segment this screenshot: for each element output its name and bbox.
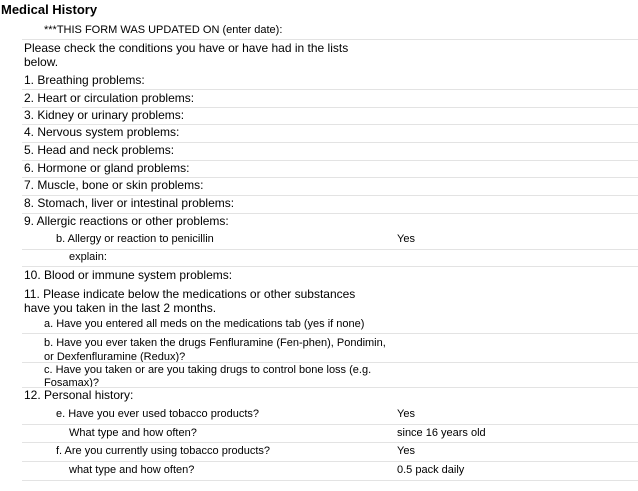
- blood-row[interactable]: 10. Blood or immune system problems:: [22, 267, 638, 285]
- condition-row-8[interactable]: 8. Stomach, liver or intestinal problems…: [22, 196, 638, 214]
- condition-row-5[interactable]: 5. Head and neck problems:: [22, 143, 638, 161]
- condition-label: 9. Allergic reactions or other problems:: [24, 214, 229, 228]
- tobacco-current-answer[interactable]: Yes: [397, 445, 415, 457]
- condition-row-2[interactable]: 2. Heart or circulation problems:: [22, 90, 638, 108]
- condition-label: 4. Nervous system problems:: [24, 125, 180, 139]
- medications-question-row: 11. Please indicate below the medication…: [22, 285, 638, 317]
- allergy-explain-row[interactable]: explain:: [22, 250, 638, 267]
- condition-label: 5. Head and neck problems:: [24, 143, 175, 157]
- instructions-row: Please check the conditions you have or …: [22, 40, 638, 72]
- personal-history-row: 12. Personal history:: [22, 388, 638, 405]
- allergy-row[interactable]: b. Allergy or reaction to penicillin Yes: [22, 232, 638, 250]
- medications-question: 11. Please indicate below the medication…: [24, 287, 356, 315]
- tobacco-ever-question: e. Have you ever used tobacco products?: [56, 408, 260, 420]
- condition-row-1[interactable]: 1. Breathing problems:: [22, 72, 638, 90]
- condition-label: 2. Heart or circulation problems:: [24, 91, 195, 105]
- tobacco-current-row[interactable]: f. Are you currently using tobacco produ…: [22, 443, 638, 462]
- condition-row-3[interactable]: 3. Kidney or urinary problems:: [22, 108, 638, 125]
- blood-label: 10. Blood or immune system problems:: [24, 268, 233, 282]
- tobacco-current-type-answer[interactable]: 0.5 pack daily: [397, 464, 464, 476]
- fenphen-question: b. Have you ever taken the drugs Fenflur…: [44, 337, 386, 363]
- tobacco-ever-row[interactable]: e. Have you ever used tobacco products? …: [22, 405, 638, 425]
- personal-history-heading: 12. Personal history:: [24, 388, 134, 402]
- explain-label: explain:: [69, 251, 107, 263]
- meds-tab-question: a. Have you entered all meds on the medi…: [44, 318, 365, 330]
- meds-tab-row[interactable]: a. Have you entered all meds on the medi…: [22, 317, 638, 334]
- condition-row-4[interactable]: 4. Nervous system problems:: [22, 125, 638, 143]
- updated-row: ***THIS FORM WAS UPDATED ON (enter date)…: [22, 21, 638, 40]
- bone-loss-row[interactable]: c. Have you taken or are you taking drug…: [22, 363, 638, 388]
- condition-label: 1. Breathing problems:: [24, 73, 145, 87]
- tobacco-type-question: What type and how often?: [69, 427, 197, 439]
- tobacco-current-type-row[interactable]: what type and how often? 0.5 pack daily: [22, 462, 638, 481]
- condition-label: 6. Hormone or gland problems:: [24, 161, 190, 175]
- page-title: Medical History: [1, 2, 98, 17]
- tobacco-type-row[interactable]: What type and how often? since 16 years …: [22, 425, 638, 443]
- allergy-answer[interactable]: Yes: [397, 233, 415, 245]
- condition-label: 3. Kidney or urinary problems:: [24, 108, 185, 122]
- tobacco-current-type-question: what type and how often?: [69, 464, 195, 476]
- allergy-question: b. Allergy or reaction to penicillin: [56, 233, 214, 245]
- condition-row-9[interactable]: 9. Allergic reactions or other problems:: [22, 214, 638, 232]
- bone-loss-question: c. Have you taken or are you taking drug…: [44, 364, 372, 388]
- instructions-text: Please check the conditions you have or …: [24, 41, 349, 69]
- condition-row-6[interactable]: 6. Hormone or gland problems:: [22, 161, 638, 178]
- condition-label: 8. Stomach, liver or intestinal problems…: [24, 196, 235, 210]
- tobacco-type-answer[interactable]: since 16 years old: [397, 427, 486, 439]
- tobacco-current-question: f. Are you currently using tobacco produ…: [56, 445, 271, 457]
- tobacco-ever-answer[interactable]: Yes: [397, 408, 415, 420]
- condition-label: 7. Muscle, bone or skin problems:: [24, 178, 204, 192]
- condition-row-7[interactable]: 7. Muscle, bone or skin problems:: [22, 178, 638, 196]
- updated-note: ***THIS FORM WAS UPDATED ON (enter date)…: [44, 24, 283, 36]
- fenphen-row[interactable]: b. Have you ever taken the drugs Fenflur…: [22, 334, 638, 363]
